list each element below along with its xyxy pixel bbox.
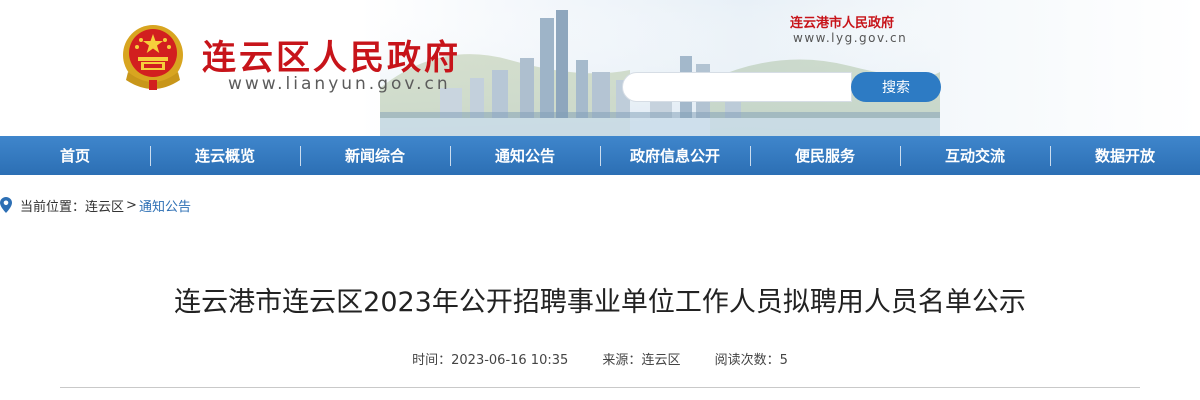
nav-item-gov-info[interactable]: 政府信息公开 xyxy=(600,136,750,175)
main-nav: 首页 连云概览 新闻综合 通知公告 政府信息公开 便民服务 互动交流 数据开放 xyxy=(0,136,1200,175)
article-title: 连云港市连云区2023年公开招聘事业单位工作人员拟聘用人员名单公示 xyxy=(174,287,1026,318)
search-input[interactable] xyxy=(622,72,852,102)
view-count: 阅读次数：5 xyxy=(715,353,788,368)
article-source-value: 连云区 xyxy=(641,353,681,368)
nav-item-overview[interactable]: 连云概览 xyxy=(150,136,300,175)
publish-time: 时间：2023-06-16 10:35 xyxy=(412,353,572,368)
article-divider xyxy=(60,387,1140,388)
article-source-label: 来源： xyxy=(602,353,642,368)
site-title: 连云区人民政府 xyxy=(202,38,461,78)
parent-site-link[interactable]: 连云港市人民政府 xyxy=(790,12,894,31)
view-count-value: 5 xyxy=(779,353,788,368)
breadcrumb-prefix: 当前位置： xyxy=(20,199,86,215)
nav-item-open-data[interactable]: 数据开放 xyxy=(1050,136,1200,175)
search-button[interactable]: 搜索 xyxy=(851,72,941,102)
nav-item-home[interactable]: 首页 xyxy=(0,136,150,175)
breadcrumb-separator: > xyxy=(126,197,137,213)
breadcrumb: 当前位置： 连云区 > 通知公告 xyxy=(0,195,191,215)
article-source: 来源：连云区 xyxy=(602,353,684,368)
nav-item-notices[interactable]: 通知公告 xyxy=(450,136,600,175)
nav-item-interaction[interactable]: 互动交流 xyxy=(900,136,1050,175)
site-url: www.lianyun.gov.cn xyxy=(228,74,451,94)
national-emblem-icon xyxy=(123,25,183,90)
breadcrumb-item-lianyun[interactable]: 连云区 xyxy=(85,196,124,215)
parent-site-url: www.lyg.gov.cn xyxy=(793,31,908,45)
location-pin-icon xyxy=(0,197,12,213)
breadcrumb-item-notices[interactable]: 通知公告 xyxy=(139,196,191,215)
view-count-label: 阅读次数： xyxy=(714,353,780,368)
nav-item-news[interactable]: 新闻综合 xyxy=(300,136,450,175)
header-banner: 连云区人民政府 www.lianyun.gov.cn 连云港市人民政府 www.… xyxy=(0,0,1200,136)
article-meta: 时间：2023-06-16 10:35 来源：连云区 阅读次数：5 xyxy=(0,349,1200,368)
nav-item-services[interactable]: 便民服务 xyxy=(750,136,900,175)
publish-time-value: 2023-06-16 10:35 xyxy=(451,353,569,368)
publish-time-label: 时间： xyxy=(412,353,452,368)
